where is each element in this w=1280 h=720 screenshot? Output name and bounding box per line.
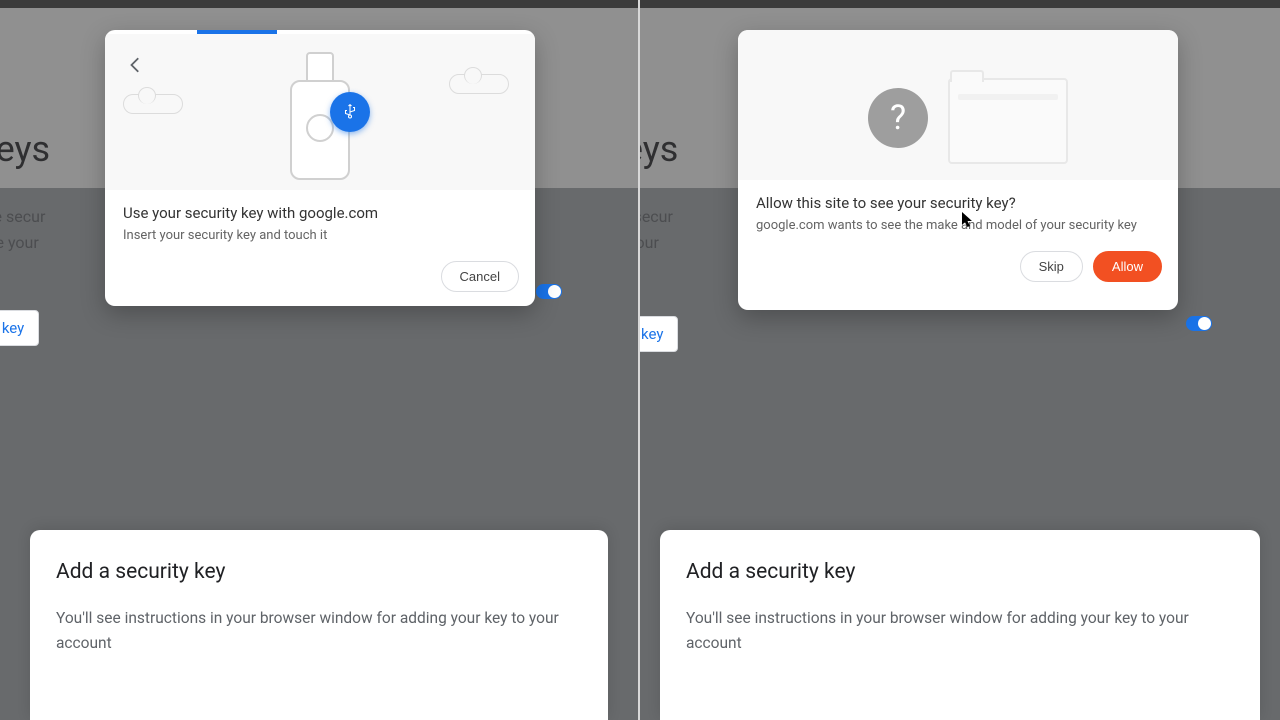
- cloud-icon: [449, 74, 509, 94]
- back-button[interactable]: [127, 56, 145, 74]
- modal-title: Use your security key with google.com: [123, 204, 517, 222]
- card-desc: You'll see instructions in your browser …: [56, 606, 582, 656]
- screenshot-step-1: ty keys e a more secur ey or use your y …: [0, 0, 640, 720]
- cancel-button[interactable]: Cancel: [441, 261, 519, 292]
- screenshot-step-2: y keys a more secur or use your key ? Al…: [640, 0, 1280, 720]
- question-mark-icon: ?: [868, 88, 928, 148]
- illustration-area: [105, 34, 535, 190]
- illustration-area: ?: [738, 30, 1178, 180]
- usb-icon: [330, 92, 370, 132]
- add-key-link[interactable]: key: [640, 316, 678, 352]
- skip-button[interactable]: Skip: [1020, 251, 1083, 282]
- modal-subtitle: google.com wants to see the make and mod…: [756, 218, 1160, 233]
- card-desc: You'll see instructions in your browser …: [686, 606, 1226, 656]
- card-title: Add a security key: [686, 560, 1234, 584]
- modal-title: Allow this site to see your security key…: [756, 194, 1160, 212]
- back-icon: [127, 56, 145, 74]
- allow-site-modal: ? Allow this site to see your security k…: [738, 30, 1178, 310]
- cloud-icon: [123, 94, 183, 114]
- toggle-icon: [536, 284, 562, 299]
- security-key-prompt-modal: Use your security key with google.com In…: [105, 30, 535, 306]
- instruction-card: Add a security key You'll see instructio…: [30, 530, 608, 720]
- mouse-cursor-icon: [962, 212, 974, 228]
- modal-body: Use your security key with google.com In…: [105, 190, 535, 255]
- card-title: Add a security key: [56, 560, 582, 584]
- modal-body: Allow this site to see your security key…: [738, 180, 1178, 245]
- usb-key-illustration: [290, 52, 350, 182]
- toggle-icon: [1186, 316, 1212, 331]
- modal-subtitle: Insert your security key and touch it: [123, 228, 517, 243]
- add-key-link[interactable]: y key: [0, 310, 39, 346]
- modal-actions: Cancel: [105, 255, 535, 306]
- instruction-card: Add a security key You'll see instructio…: [660, 530, 1260, 720]
- folder-icon: [948, 78, 1068, 164]
- modal-actions: Skip Allow: [738, 245, 1178, 298]
- allow-button[interactable]: Allow: [1093, 251, 1162, 282]
